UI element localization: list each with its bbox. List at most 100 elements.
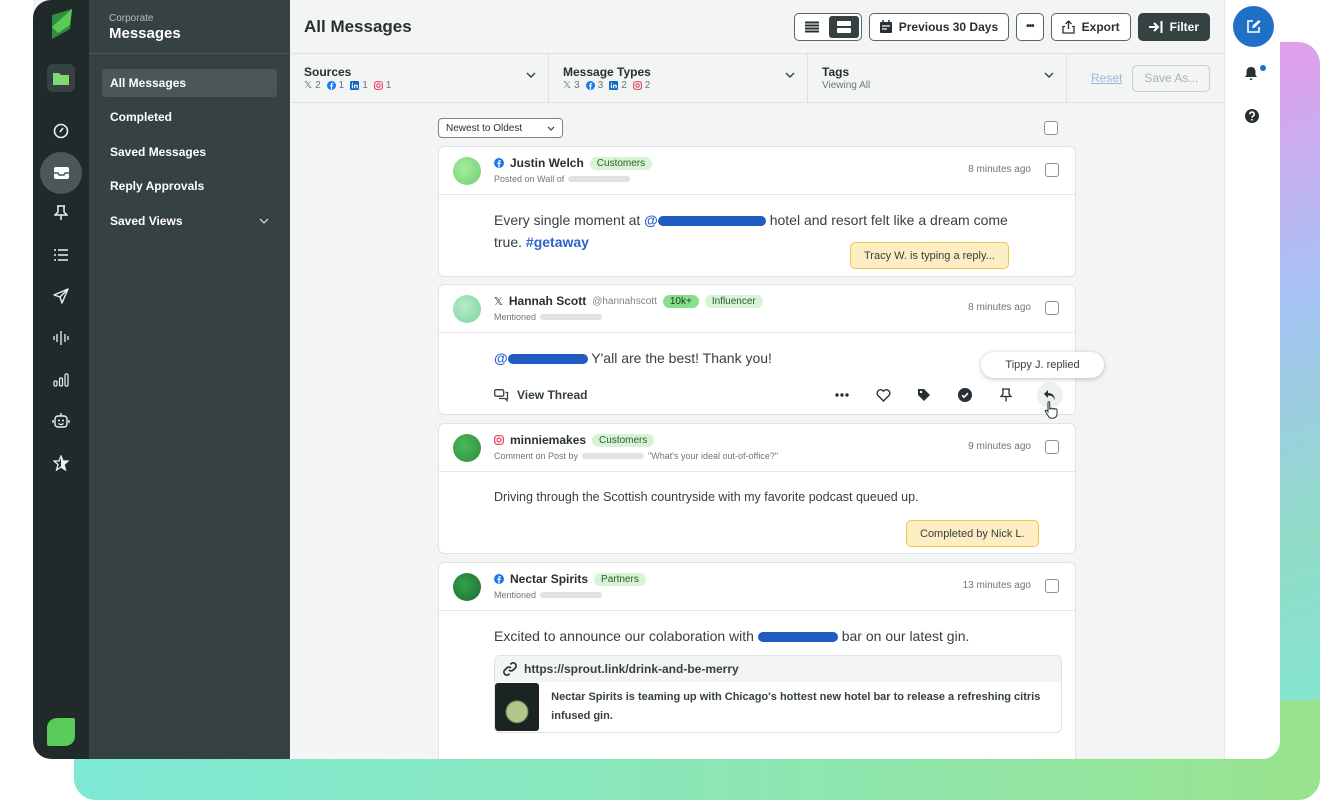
timestamp: 9 minutes ago	[968, 441, 1031, 452]
messages-nav: Corporate Messages All Messages Complete…	[89, 0, 290, 759]
author-name[interactable]: Nectar Spirits	[510, 572, 588, 586]
avatar[interactable]	[453, 434, 481, 462]
redacted-text	[540, 314, 603, 320]
tag-icon	[918, 389, 930, 401]
mention[interactable]: @	[494, 350, 508, 366]
sort-select[interactable]: Newest to Oldest	[438, 118, 563, 138]
timestamp: 8 minutes ago	[968, 164, 1031, 175]
help-icon[interactable]	[1245, 109, 1259, 123]
message-text: Every single moment at	[494, 212, 645, 228]
message-checkbox[interactable]	[1045, 301, 1059, 315]
export-button[interactable]: Export	[1050, 12, 1131, 41]
message-card[interactable]: minniemakes Customers Comment on Post by…	[438, 423, 1076, 554]
reports-icon[interactable]	[43, 362, 79, 398]
compose-button[interactable]	[1233, 6, 1274, 47]
inbox-icon[interactable]	[40, 152, 82, 194]
tag-button[interactable]	[907, 381, 941, 409]
bot-icon[interactable]	[43, 403, 79, 439]
like-button[interactable]	[866, 381, 900, 409]
nav-item-all-messages[interactable]: All Messages	[102, 68, 277, 97]
nav-item-label: All Messages	[110, 75, 187, 90]
author-name[interactable]: Justin Welch	[510, 156, 584, 170]
message-card[interactable]: Justin Welch Customers Posted on Wall of…	[438, 146, 1076, 277]
date-range-label: Previous 30 Days	[898, 19, 999, 34]
pin-button[interactable]	[989, 381, 1023, 409]
folder-icon[interactable]	[47, 64, 75, 92]
more-actions-button[interactable]	[825, 381, 859, 409]
select-all-checkbox[interactable]	[1044, 121, 1058, 135]
sources-filter[interactable]: Sources 𝕏2 1 1 1	[290, 54, 549, 102]
right-rail	[1224, 0, 1280, 759]
nav-item-saved-views[interactable]: Saved Views	[102, 207, 277, 235]
message-card[interactable]: Nectar Spirits Partners Mentioned 13 min…	[438, 562, 1076, 759]
avatar[interactable]	[453, 573, 481, 601]
nav-item-saved-messages[interactable]: Saved Messages	[102, 138, 277, 166]
message-checkbox[interactable]	[1045, 440, 1059, 454]
link-preview[interactable]: https://sprout.link/drink-and-be-merry N…	[494, 655, 1062, 733]
star-icon[interactable]	[43, 445, 79, 481]
instagram-icon	[632, 81, 642, 90]
page-title: All Messages	[304, 16, 412, 36]
message-types-filter[interactable]: Message Types 𝕏3 3 2 2	[549, 54, 808, 102]
bell-icon[interactable]	[1244, 66, 1258, 81]
compact-view-button[interactable]	[797, 16, 827, 38]
avatar[interactable]	[453, 295, 481, 323]
redacted-mention	[657, 216, 766, 227]
message-text: hotel and resort felt like a dream come	[765, 212, 1008, 228]
tags-filter[interactable]: Tags Viewing All	[808, 54, 1067, 102]
gauge-icon[interactable]	[43, 113, 79, 149]
pin-icon[interactable]	[43, 195, 79, 231]
post-quote: "What's your ideal out-of-office?"	[648, 451, 779, 461]
listening-icon[interactable]	[43, 320, 79, 356]
view-thread-button[interactable]: View Thread	[494, 388, 818, 402]
facebook-icon	[326, 81, 336, 90]
message-body: @ Y'all are the best! Thank you!	[439, 333, 1075, 383]
nav-item-completed[interactable]: Completed	[102, 103, 277, 131]
leaf-icon[interactable]	[47, 718, 75, 746]
author-name[interactable]: minniemakes	[510, 433, 586, 447]
nav-item-label: Saved Messages	[110, 144, 207, 159]
date-range-button[interactable]: Previous 30 Days	[868, 12, 1010, 41]
instagram-count: 1	[385, 80, 392, 91]
nav-item-reply-approvals[interactable]: Reply Approvals	[102, 172, 277, 200]
redacted-mention	[757, 632, 838, 643]
save-as-button[interactable]: Save As...	[1132, 64, 1211, 92]
author-handle: @hannahscott	[592, 295, 657, 307]
workspace-label: Corporate	[109, 13, 154, 24]
facebook-icon	[494, 574, 504, 584]
redacted-text	[568, 176, 631, 182]
nav-title: Messages	[109, 25, 181, 42]
link-url[interactable]: https://sprout.link/drink-and-be-merry	[524, 662, 739, 676]
timestamp: 8 minutes ago	[968, 302, 1031, 313]
complete-button[interactable]	[948, 381, 982, 409]
nav-item-label: Saved Views	[110, 213, 183, 228]
message-checkbox[interactable]	[1045, 579, 1059, 593]
message-types-label: Message Types	[563, 65, 651, 79]
instagram-icon	[373, 81, 383, 90]
app-window: Corporate Messages All Messages Complete…	[33, 0, 1280, 759]
redacted-text	[540, 592, 603, 598]
sprout-logo[interactable]	[48, 7, 74, 41]
message-checkbox[interactable]	[1045, 163, 1059, 177]
author-name[interactable]: Hannah Scott	[509, 294, 586, 308]
filter-button[interactable]: Filter	[1137, 12, 1210, 41]
facebook-icon	[585, 81, 595, 90]
message-meta: Comment on Post by	[494, 451, 579, 461]
expanded-view-button[interactable]	[828, 15, 859, 38]
list-icon[interactable]	[43, 237, 79, 273]
message-card[interactable]: 𝕏 Hannah Scott @hannahscott 10k+ Influen…	[438, 284, 1076, 415]
export-icon	[1061, 19, 1075, 34]
message-body: Excited to announce our colaboration wit…	[439, 611, 1075, 647]
x-icon: 𝕏	[494, 295, 503, 308]
tag-badge: Customers	[589, 156, 653, 170]
x-icon: 𝕏	[304, 80, 313, 91]
linkedin-icon	[609, 81, 619, 90]
send-icon[interactable]	[43, 278, 79, 314]
hashtag-link[interactable]: #getaway	[526, 234, 589, 250]
message-body: Driving through the Scottish countryside…	[439, 472, 1075, 522]
tags-label: Tags	[822, 65, 850, 79]
mention[interactable]: @	[644, 212, 658, 228]
more-options-button[interactable]: •••	[1016, 12, 1044, 41]
reset-link[interactable]: Reset	[1091, 71, 1122, 85]
avatar[interactable]	[453, 157, 481, 185]
